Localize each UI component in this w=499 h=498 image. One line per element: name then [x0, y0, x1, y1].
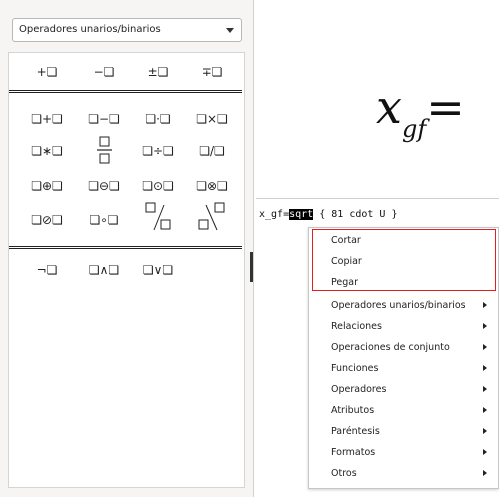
element-logical-or[interactable]: ❏∨❏ [132, 258, 184, 282]
menu-item-relaciones[interactable]: Relaciones [309, 316, 498, 337]
elements-sidebar: Operadores unarios/binarios +❏ −❏ ±❏ ∓❏ … [0, 0, 254, 497]
submenu-arrow-icon [483, 302, 487, 308]
submenu-arrow-icon [483, 386, 487, 392]
category-dropdown-value: Operadores unarios/binarios [19, 24, 161, 35]
element-logical-and[interactable]: ❏∧❏ [78, 258, 130, 282]
element-circled-minus[interactable]: ❏⊖❏ [78, 174, 130, 198]
formula-equals: = [426, 80, 465, 134]
fraction-icon [97, 136, 112, 164]
submenu-arrow-icon [483, 428, 487, 434]
submenu-arrow-icon [483, 407, 487, 413]
menu-item-formatos[interactable]: Formatos [309, 442, 498, 463]
element-unary-minus[interactable]: −❏ [78, 60, 130, 84]
menu-item-operaciones-de-conjunto[interactable]: Operaciones de conjunto [309, 337, 498, 358]
submenu-arrow-icon [483, 323, 487, 329]
element-slash-division[interactable]: ❏/❏ [186, 139, 238, 163]
highlight-box [312, 229, 496, 291]
element-logical-not[interactable]: ¬❏ [21, 258, 73, 282]
menu-item-funciones[interactable]: Funciones [309, 358, 498, 379]
submenu-arrow-icon [483, 470, 487, 476]
chevron-down-icon [226, 28, 234, 33]
category-dropdown[interactable]: Operadores unarios/binarios [12, 18, 242, 42]
element-unary-plus[interactable]: +❏ [21, 60, 73, 84]
menu-item-operadores[interactable]: Operadores [309, 379, 498, 400]
menu-item-otros[interactable]: Otros [309, 463, 498, 484]
formula-preview: xgf= [376, 80, 465, 143]
element-composition[interactable]: ❏∘❏ [78, 208, 130, 232]
element-plus-minus[interactable]: ±❏ [132, 60, 184, 84]
panel-resize-handle[interactable] [250, 252, 253, 282]
menu-item-operadores-unarios-binarios[interactable]: Operadores unarios/binarios [309, 295, 498, 316]
wide-backslash-icon [198, 202, 225, 231]
wide-slash-icon [145, 202, 171, 231]
element-wide-backslash[interactable] [186, 199, 238, 235]
group-separator [9, 246, 242, 249]
element-asterisk[interactable]: ❏∗❏ [21, 139, 73, 163]
element-circled-dot[interactable]: ❏⊙❏ [132, 174, 184, 198]
selected-text: sqrt [289, 209, 314, 220]
elements-panel: +❏ −❏ ±❏ ∓❏ ❏+❏ ❏−❏ ❏·❏ ❏×❏ ❏∗❏ ❏÷❏ ❏/❏ … [8, 52, 245, 488]
formula-variable: x [376, 80, 402, 134]
element-wide-slash[interactable] [132, 199, 184, 235]
element-cross-product[interactable]: ❏×❏ [186, 107, 238, 131]
menu-item-atributos[interactable]: Atributos [309, 400, 498, 421]
element-division[interactable]: ❏÷❏ [132, 139, 184, 163]
element-circled-times[interactable]: ❏⊗❏ [186, 174, 238, 198]
element-subtraction[interactable]: ❏−❏ [78, 107, 130, 131]
command-text: x_gf=sqrt { 81 cdot U } [259, 209, 398, 220]
element-minus-plus[interactable]: ∓❏ [186, 60, 238, 84]
element-circled-plus[interactable]: ❏⊕❏ [21, 174, 73, 198]
element-addition[interactable]: ❏+❏ [21, 107, 73, 131]
submenu-arrow-icon [483, 344, 487, 350]
submenu-arrow-icon [483, 449, 487, 455]
submenu-arrow-icon [483, 365, 487, 371]
element-circled-slash[interactable]: ❏⊘❏ [21, 208, 73, 232]
element-dot-product[interactable]: ❏·❏ [132, 107, 184, 131]
element-fraction[interactable] [78, 133, 130, 169]
menu-item-parentesis[interactable]: Paréntesis [309, 421, 498, 442]
group-separator [9, 90, 242, 93]
formula-subscript: gf [401, 115, 427, 143]
